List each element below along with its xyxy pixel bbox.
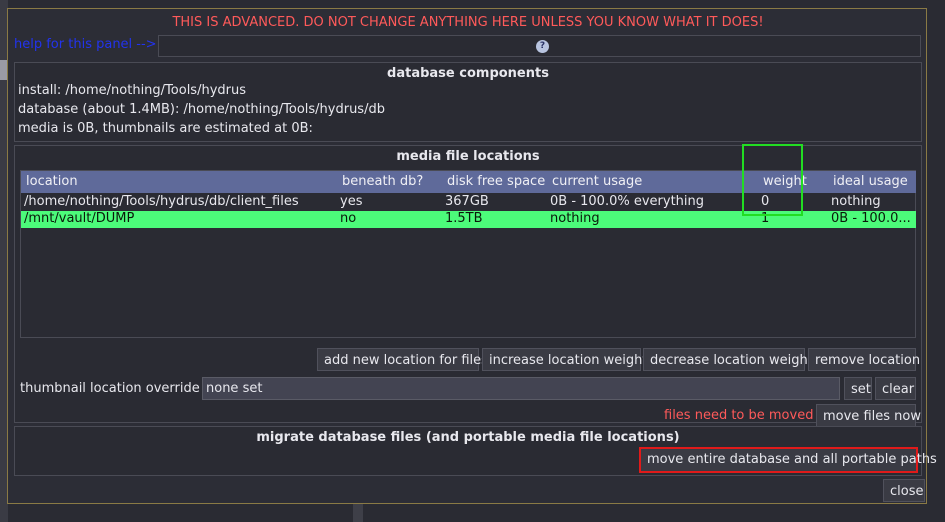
cell-beneath-db: yes bbox=[340, 194, 363, 209]
move-entire-database-button[interactable]: move entire database and all portable pa… bbox=[641, 449, 937, 471]
cell-ideal-usage: nothing bbox=[831, 194, 881, 209]
cell-disk-free: 367GB bbox=[445, 194, 489, 209]
cell-ideal-usage: 0B - 100.0... bbox=[831, 211, 911, 226]
database-components-panel: database components install: /home/nothi… bbox=[14, 62, 922, 142]
help-button[interactable]: ? bbox=[158, 35, 921, 57]
thumbnail-override-label: thumbnail location override bbox=[20, 381, 200, 396]
panel-title: database components bbox=[387, 66, 549, 81]
move-files-now-button[interactable]: move files now bbox=[816, 404, 921, 427]
cell-location: /mnt/vault/DUMP bbox=[24, 211, 135, 226]
media-size: media is 0B, thumbnails are estimated at… bbox=[18, 121, 313, 136]
warning-text: THIS IS ADVANCED. DO NOT CHANGE ANYTHING… bbox=[172, 15, 764, 30]
database-path: database (about 1.4MB): /home/nothing/To… bbox=[18, 102, 385, 117]
cell-weight: 1 bbox=[761, 211, 770, 226]
help-link[interactable]: help for this panel --> bbox=[14, 37, 157, 52]
background-statusbar bbox=[8, 504, 945, 522]
cell-disk-free: 1.5TB bbox=[445, 211, 483, 226]
cell-beneath-db: no bbox=[340, 211, 357, 226]
column-header-disk-free[interactable]: disk free space bbox=[447, 174, 545, 189]
column-header-ideal-usage[interactable]: ideal usage bbox=[833, 174, 908, 189]
increase-weight-button[interactable]: increase location weight bbox=[482, 348, 647, 371]
clear-thumbnail-button[interactable]: clear bbox=[875, 377, 916, 400]
cell-location: /home/nothing/Tools/hydrus/db/client_fil… bbox=[24, 194, 299, 209]
cell-weight: 0 bbox=[761, 194, 770, 209]
help-row: help for this panel --> ? bbox=[14, 35, 922, 57]
background-splitter bbox=[353, 504, 363, 522]
table-header: location beneath db? disk free space cur… bbox=[21, 171, 916, 193]
cell-current-usage: nothing bbox=[550, 211, 600, 226]
column-header-current-usage[interactable]: current usage bbox=[552, 174, 642, 189]
remove-location-button[interactable]: remove location bbox=[808, 348, 920, 371]
question-icon: ? bbox=[536, 40, 549, 53]
install-path: install: /home/nothing/Tools/hydrus bbox=[18, 83, 246, 98]
panel-title: media file locations bbox=[396, 149, 540, 164]
decrease-weight-button[interactable]: decrease location weight bbox=[643, 348, 813, 371]
panel-title: migrate database files (and portable med… bbox=[256, 430, 680, 445]
column-header-weight[interactable]: weight bbox=[763, 174, 807, 189]
close-button[interactable]: close bbox=[883, 479, 925, 502]
move-database-highlight: move entire database and all portable pa… bbox=[639, 447, 937, 473]
column-header-beneath-db[interactable]: beneath db? bbox=[342, 174, 423, 189]
media-file-locations-panel: media file locations location beneath db… bbox=[14, 145, 922, 427]
set-thumbnail-button[interactable]: set bbox=[844, 377, 872, 400]
files-need-moving-status: files need to be moved bbox=[664, 408, 814, 423]
locations-table[interactable]: location beneath db? disk free space cur… bbox=[20, 170, 916, 338]
table-row[interactable]: /home/nothing/Tools/hydrus/db/client_fil… bbox=[21, 194, 916, 211]
add-location-button[interactable]: add new location for files bbox=[317, 348, 488, 371]
column-header-location[interactable]: location bbox=[26, 174, 78, 189]
cell-current-usage: 0B - 100.0% everything bbox=[550, 194, 705, 209]
table-row-selected[interactable]: /mnt/vault/DUMP no 1.5TB nothing 1 0B - … bbox=[21, 211, 916, 228]
thumbnail-override-field[interactable]: none set bbox=[202, 377, 840, 400]
migrate-database-dialog: THIS IS ADVANCED. DO NOT CHANGE ANYTHING… bbox=[7, 8, 937, 504]
